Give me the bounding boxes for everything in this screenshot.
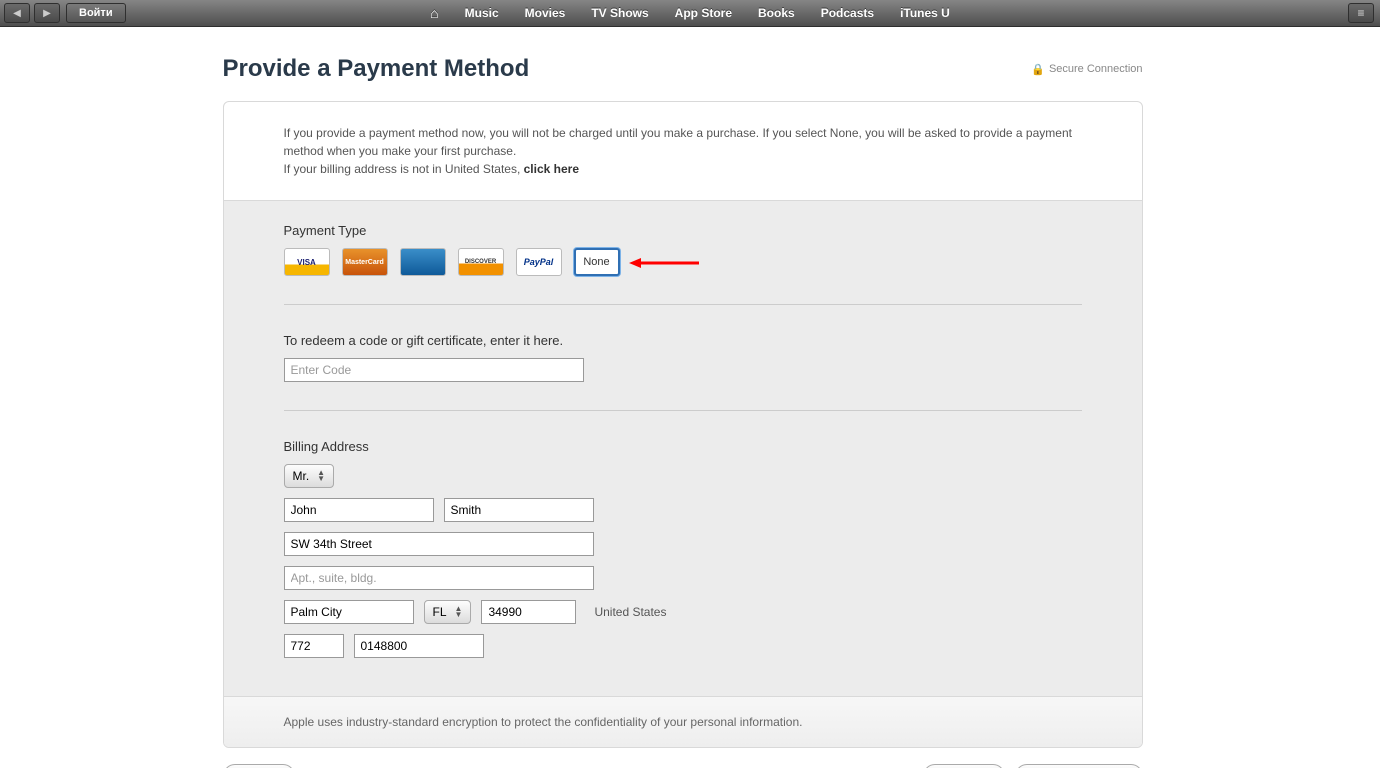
secure-connection-label: 🔒 Secure Connection — [1031, 63, 1142, 76]
content-viewport: Provide a Payment Method 🔒 Secure Connec… — [0, 27, 1365, 768]
apt-input[interactable] — [284, 566, 594, 590]
top-toolbar: ◀ ▶ Войти ⌂ Music Movies TV Shows App St… — [0, 0, 1380, 27]
page-title: Provide a Payment Method — [223, 55, 530, 83]
intro-line2-text: If your billing address is not in United… — [284, 162, 524, 176]
city-input[interactable] — [284, 600, 414, 624]
payment-visa[interactable]: VISA — [284, 248, 330, 276]
encryption-note: Apple uses industry-standard encryption … — [224, 697, 1142, 747]
click-here-link[interactable]: click here — [524, 162, 579, 176]
salutation-select[interactable]: Mr. ▲▼ — [284, 464, 335, 488]
state-select[interactable]: FL ▲▼ — [424, 600, 472, 624]
salutation-value: Mr. — [293, 469, 310, 483]
zip-input[interactable] — [481, 600, 576, 624]
redeem-label: To redeem a code or gift certificate, en… — [284, 333, 1082, 348]
nav-itunesu[interactable]: iTunes U — [900, 6, 950, 20]
nav-appstore[interactable]: App Store — [675, 6, 732, 20]
nav-tvshows[interactable]: TV Shows — [591, 6, 648, 20]
form-body: Payment Type VISA MasterCard DISCOVER Pa… — [224, 200, 1142, 697]
country-label: United States — [594, 605, 666, 619]
redeem-code-input[interactable] — [284, 358, 584, 382]
nav-movies[interactable]: Movies — [525, 6, 566, 20]
state-value: FL — [433, 605, 447, 619]
chevron-updown-icon: ▲▼ — [317, 470, 325, 482]
first-name-input[interactable] — [284, 498, 434, 522]
arrow-annotation-icon — [629, 258, 699, 268]
form-card: If you provide a payment method now, you… — [223, 101, 1143, 748]
last-name-input[interactable] — [444, 498, 594, 522]
billing-address-label: Billing Address — [284, 439, 1082, 454]
create-apple-id-button[interactable]: Create Apple ID — [1015, 764, 1143, 768]
intro-text: If you provide a payment method now, you… — [224, 102, 1142, 200]
payment-mastercard[interactable]: MasterCard — [342, 248, 388, 276]
menu-button[interactable]: ≡ — [1348, 3, 1374, 23]
back-nav-button[interactable]: ◀ — [4, 3, 30, 23]
lock-icon: 🔒 — [1031, 63, 1045, 76]
intro-line1: If you provide a payment method now, you… — [284, 124, 1082, 160]
home-icon[interactable]: ⌂ — [430, 5, 438, 21]
payment-discover[interactable]: DISCOVER — [458, 248, 504, 276]
payment-paypal[interactable]: PayPal — [516, 248, 562, 276]
nav-music[interactable]: Music — [465, 6, 499, 20]
payment-amex[interactable] — [400, 248, 446, 276]
cancel-button[interactable]: Cancel — [923, 764, 1005, 768]
intro-line2: If your billing address is not in United… — [284, 160, 1082, 178]
nav-center: ⌂ Music Movies TV Shows App Store Books … — [430, 0, 950, 26]
nav-podcasts[interactable]: Podcasts — [821, 6, 874, 20]
forward-nav-button[interactable]: ▶ — [34, 3, 60, 23]
action-bar: Back Cancel Create Apple ID — [223, 764, 1143, 768]
phone-number-input[interactable] — [354, 634, 484, 658]
payment-type-label: Payment Type — [284, 223, 1082, 238]
back-button[interactable]: Back — [223, 764, 295, 768]
phone-area-input[interactable] — [284, 634, 344, 658]
secure-text: Secure Connection — [1049, 63, 1143, 75]
payment-options-row: VISA MasterCard DISCOVER PayPal None — [284, 248, 1082, 276]
chevron-updown-icon: ▲▼ — [455, 606, 463, 618]
nav-books[interactable]: Books — [758, 6, 795, 20]
divider — [284, 304, 1082, 305]
street-input[interactable] — [284, 532, 594, 556]
payment-none[interactable]: None — [574, 248, 620, 276]
divider — [284, 410, 1082, 411]
login-button[interactable]: Войти — [66, 3, 126, 23]
